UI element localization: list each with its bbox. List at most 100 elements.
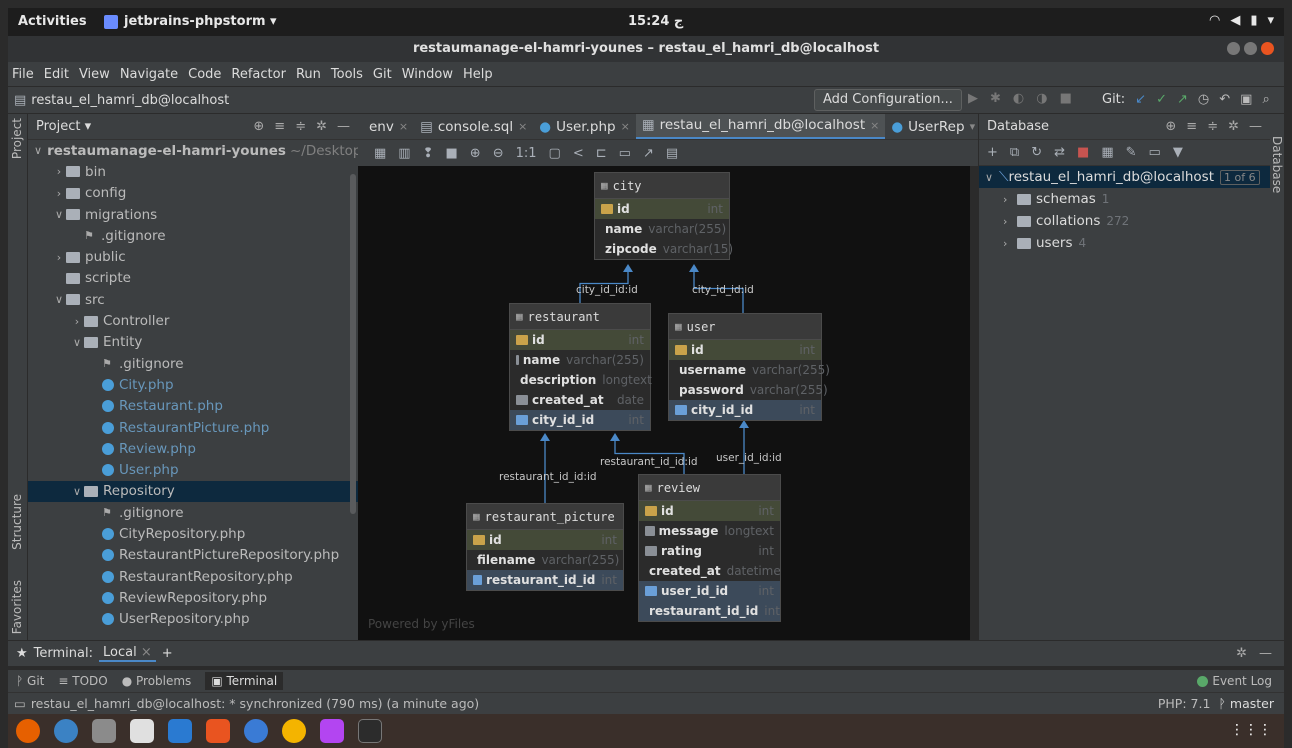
collapse-all-icon[interactable]: ≑: [1207, 119, 1218, 134]
gear-icon[interactable]: ✲: [1236, 646, 1247, 661]
db-tree-item[interactable]: › schemas 1: [979, 188, 1270, 210]
db-tree-item[interactable]: ∨ ⟍ restau_el_hamri_db@localhost 1 of 6: [979, 166, 1270, 188]
php-version[interactable]: PHP: 7.1: [1158, 696, 1211, 711]
table-user[interactable]: ▦ user id int username varchar(255) password va…: [668, 313, 830, 421]
save-icon[interactable]: ▭: [619, 146, 631, 161]
menu-navigate[interactable]: Navigate: [120, 67, 178, 82]
tree-item[interactable]: › Controller: [28, 310, 358, 331]
sync-icon[interactable]: ⇄: [1054, 145, 1065, 160]
export-icon[interactable]: ↗: [643, 146, 654, 161]
chevron-right-icon[interactable]: ›: [52, 251, 66, 264]
close-button[interactable]: [1261, 42, 1274, 55]
locate-icon[interactable]: ⊕: [1165, 119, 1176, 134]
git-push-icon[interactable]: ↗: [1177, 92, 1188, 107]
debug-icon[interactable]: ✱: [990, 91, 1001, 106]
tree-item[interactable]: UserRepository.php: [28, 609, 358, 630]
maximize-button[interactable]: [1244, 42, 1257, 55]
tree-item[interactable]: › config: [28, 183, 358, 204]
tree-item[interactable]: ∨ Repository: [28, 480, 358, 503]
edit-icon[interactable]: ✎: [1126, 145, 1137, 160]
show-keys-icon[interactable]: ▥: [398, 146, 410, 161]
filter-icon[interactable]: ▼: [1173, 145, 1183, 160]
tree-item[interactable]: ⚑ .gitignore: [28, 225, 358, 246]
editor-tab[interactable]: ▦ restau_el_hamri_db@localhost ×: [635, 114, 886, 139]
chevron-down-icon[interactable]: ∨: [34, 144, 42, 157]
project-tool-tab[interactable]: Project: [10, 118, 24, 159]
close-icon[interactable]: ×: [621, 120, 630, 133]
hide-icon[interactable]: —: [337, 119, 350, 134]
menu-tools[interactable]: Tools: [331, 67, 363, 82]
terminal-icon[interactable]: [358, 719, 382, 743]
event-log-button[interactable]: Event Log: [1197, 674, 1272, 688]
tree-item[interactable]: Restaurant.php: [28, 396, 358, 417]
menu-help[interactable]: Help: [463, 67, 493, 82]
menu-view[interactable]: View: [79, 67, 110, 82]
tree-item[interactable]: City.php: [28, 374, 358, 395]
minimize-button[interactable]: [1227, 42, 1240, 55]
git-rollback-icon[interactable]: ↶: [1219, 92, 1230, 107]
menu-edit[interactable]: Edit: [44, 67, 69, 82]
zoom-out-icon[interactable]: ⊖: [493, 146, 504, 161]
new-terminal-button[interactable]: +: [162, 646, 173, 661]
files-icon[interactable]: [92, 719, 116, 743]
tree-item[interactable]: scripte: [28, 268, 358, 289]
menu-file[interactable]: File: [12, 67, 34, 82]
editor-tab[interactable]: ● User.php ×: [533, 114, 636, 139]
print-icon[interactable]: ▤: [666, 146, 678, 161]
terminal-tab-local[interactable]: Local ×: [98, 645, 156, 662]
coverage-icon[interactable]: ◐: [1013, 91, 1024, 106]
locate-icon[interactable]: ⊕: [253, 119, 264, 134]
add-configuration-button[interactable]: Add Configuration...: [814, 89, 962, 111]
db-tree-item[interactable]: › collations 272: [979, 210, 1270, 232]
status-message[interactable]: restau_el_hamri_db@localhost: * synchron…: [31, 696, 479, 711]
tree-item[interactable]: › public: [28, 246, 358, 267]
tree-item[interactable]: RestaurantRepository.php: [28, 566, 358, 587]
editor-tab[interactable]: ▤ console.sql ×: [414, 114, 533, 139]
star-icon[interactable]: ★: [16, 646, 28, 661]
close-icon[interactable]: ×: [399, 120, 408, 133]
tree-item[interactable]: CityRepository.php: [28, 523, 358, 544]
refresh-icon[interactable]: ↻: [1031, 145, 1042, 160]
chevron-right-icon[interactable]: ›: [52, 165, 66, 178]
tree-item[interactable]: RestaurantPictureRepository.php: [28, 545, 358, 566]
chrome-icon[interactable]: [282, 719, 306, 743]
database-tool-tab[interactable]: Database: [1270, 136, 1284, 193]
chevron-right-icon[interactable]: ›: [70, 315, 84, 328]
writer-icon[interactable]: [168, 719, 192, 743]
tree-item[interactable]: Review.php: [28, 438, 358, 459]
table-icon[interactable]: ▦: [1101, 145, 1113, 160]
menu-refactor[interactable]: Refactor: [231, 67, 286, 82]
chevron-down-icon[interactable]: ∨: [52, 208, 66, 221]
gear-icon[interactable]: ✲: [316, 119, 327, 134]
chevron-down-icon[interactable]: ∨: [70, 485, 84, 498]
phpstorm-icon[interactable]: [320, 719, 344, 743]
table-restaurant_picture[interactable]: ▦ restaurant_picture id int filename varchar(…: [466, 503, 624, 591]
tree-item[interactable]: ⚑ .gitignore: [28, 353, 358, 374]
tree-item[interactable]: ∨ Entity: [28, 332, 358, 353]
structure-tool-tab[interactable]: Structure: [10, 494, 24, 550]
search-icon[interactable]: ⌕: [1262, 92, 1269, 107]
db-tree-item[interactable]: › users 4: [979, 232, 1270, 254]
editor-tab[interactable]: ● UserRep ▾: [885, 114, 978, 139]
tray-dropdown[interactable]: ▾: [1267, 13, 1274, 28]
editor-tab[interactable]: env ×: [358, 114, 414, 139]
share-icon[interactable]: <: [573, 146, 584, 161]
stop-icon[interactable]: ■: [1077, 145, 1089, 160]
toolwindow-git[interactable]: ᚹ Git: [16, 674, 44, 688]
stop-icon[interactable]: ■: [1060, 91, 1072, 106]
layout-icon[interactable]: ▣: [1240, 92, 1252, 107]
actual-size-icon[interactable]: 1:1: [516, 146, 537, 161]
menu-git[interactable]: Git: [373, 67, 392, 82]
activities-button[interactable]: Activities: [18, 14, 87, 29]
note-icon[interactable]: ■: [446, 146, 458, 161]
add-icon[interactable]: +: [987, 145, 998, 160]
collapse-all-icon[interactable]: ≑: [295, 119, 306, 134]
help-icon[interactable]: [244, 719, 268, 743]
table-review[interactable]: ▦ review id int message longtext rating int crea…: [638, 474, 781, 622]
tree-item[interactable]: ⚑ .gitignore: [28, 502, 358, 523]
software-icon[interactable]: [206, 719, 230, 743]
chevron-down-icon[interactable]: ∨: [985, 171, 999, 184]
hide-icon[interactable]: —: [1249, 119, 1262, 134]
breadcrumb[interactable]: ▤ restau_el_hamri_db@localhost: [14, 93, 229, 108]
profile-icon[interactable]: ◑: [1036, 91, 1047, 106]
